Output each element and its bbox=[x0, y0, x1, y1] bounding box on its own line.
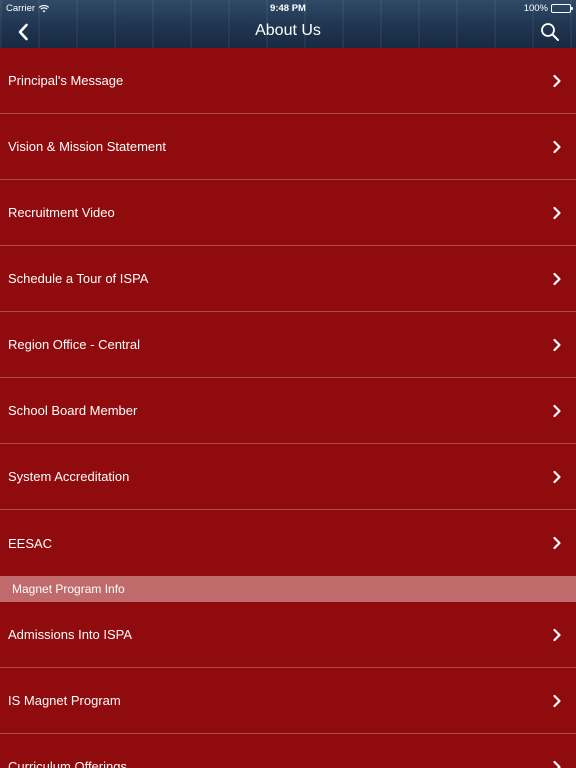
menu-list: Principal's Message Vision & Mission Sta… bbox=[0, 48, 576, 768]
list-item-vision-mission[interactable]: Vision & Mission Statement bbox=[0, 114, 576, 180]
chevron-right-icon bbox=[553, 628, 561, 642]
list-item-schedule-tour[interactable]: Schedule a Tour of ISPA bbox=[0, 246, 576, 312]
list-item-recruitment-video[interactable]: Recruitment Video bbox=[0, 180, 576, 246]
chevron-right-icon bbox=[553, 536, 561, 550]
chevron-right-icon bbox=[553, 140, 561, 154]
list-item-curriculum-offerings[interactable]: Curriculum Offerings bbox=[0, 734, 576, 768]
chevron-right-icon bbox=[553, 694, 561, 708]
search-button[interactable] bbox=[538, 20, 562, 44]
navigation-bar: About Us bbox=[0, 16, 576, 48]
status-time: 9:48 PM bbox=[270, 3, 306, 14]
list-item-is-magnet-program[interactable]: IS Magnet Program bbox=[0, 668, 576, 734]
chevron-right-icon bbox=[553, 760, 561, 768]
chevron-right-icon bbox=[553, 338, 561, 352]
section-header-magnet-program: Magnet Program Info bbox=[0, 576, 576, 602]
list-item-label: Recruitment Video bbox=[8, 205, 115, 220]
list-item-system-accreditation[interactable]: System Accreditation bbox=[0, 444, 576, 510]
list-item-label: EESAC bbox=[8, 535, 53, 551]
list-item-label: Schedule a Tour of ISPA bbox=[8, 271, 149, 286]
battery-percent: 100% bbox=[523, 3, 548, 14]
chevron-right-icon bbox=[553, 206, 561, 220]
list-item-school-board-member[interactable]: School Board Member bbox=[0, 378, 576, 444]
list-item-eesac[interactable]: EESAC bbox=[0, 510, 576, 576]
list-item-label: School Board Member bbox=[8, 403, 138, 418]
list-item-principals-message[interactable]: Principal's Message bbox=[0, 48, 576, 114]
list-item-admissions[interactable]: Admissions Into ISPA bbox=[0, 602, 576, 668]
chevron-right-icon bbox=[553, 272, 561, 286]
chevron-right-icon bbox=[553, 470, 561, 484]
search-icon bbox=[541, 23, 559, 41]
list-item-label: Principal's Message bbox=[8, 73, 124, 88]
list-item-label: Admissions Into ISPA bbox=[8, 627, 133, 642]
section-label: Magnet Program Info bbox=[12, 582, 125, 596]
chevron-right-icon bbox=[553, 74, 561, 88]
list-item-label: Region Office - Central bbox=[8, 337, 140, 352]
list-item-label: System Accreditation bbox=[8, 469, 130, 484]
status-bar: Carrier 9:48 PM 100% bbox=[0, 0, 576, 16]
page-title: About Us bbox=[255, 22, 321, 39]
app-header: Carrier 9:48 PM 100% About Us bbox=[0, 0, 576, 48]
chevron-right-icon bbox=[553, 404, 561, 418]
battery-icon bbox=[551, 4, 573, 13]
list-item-region-office[interactable]: Region Office - Central bbox=[0, 312, 576, 378]
battery-indicator: 100% bbox=[523, 3, 573, 14]
list-item-label: Curriculum Offerings bbox=[8, 759, 127, 768]
list-item-label: IS Magnet Program bbox=[8, 693, 121, 708]
list-item-label: Vision & Mission Statement bbox=[8, 139, 166, 154]
